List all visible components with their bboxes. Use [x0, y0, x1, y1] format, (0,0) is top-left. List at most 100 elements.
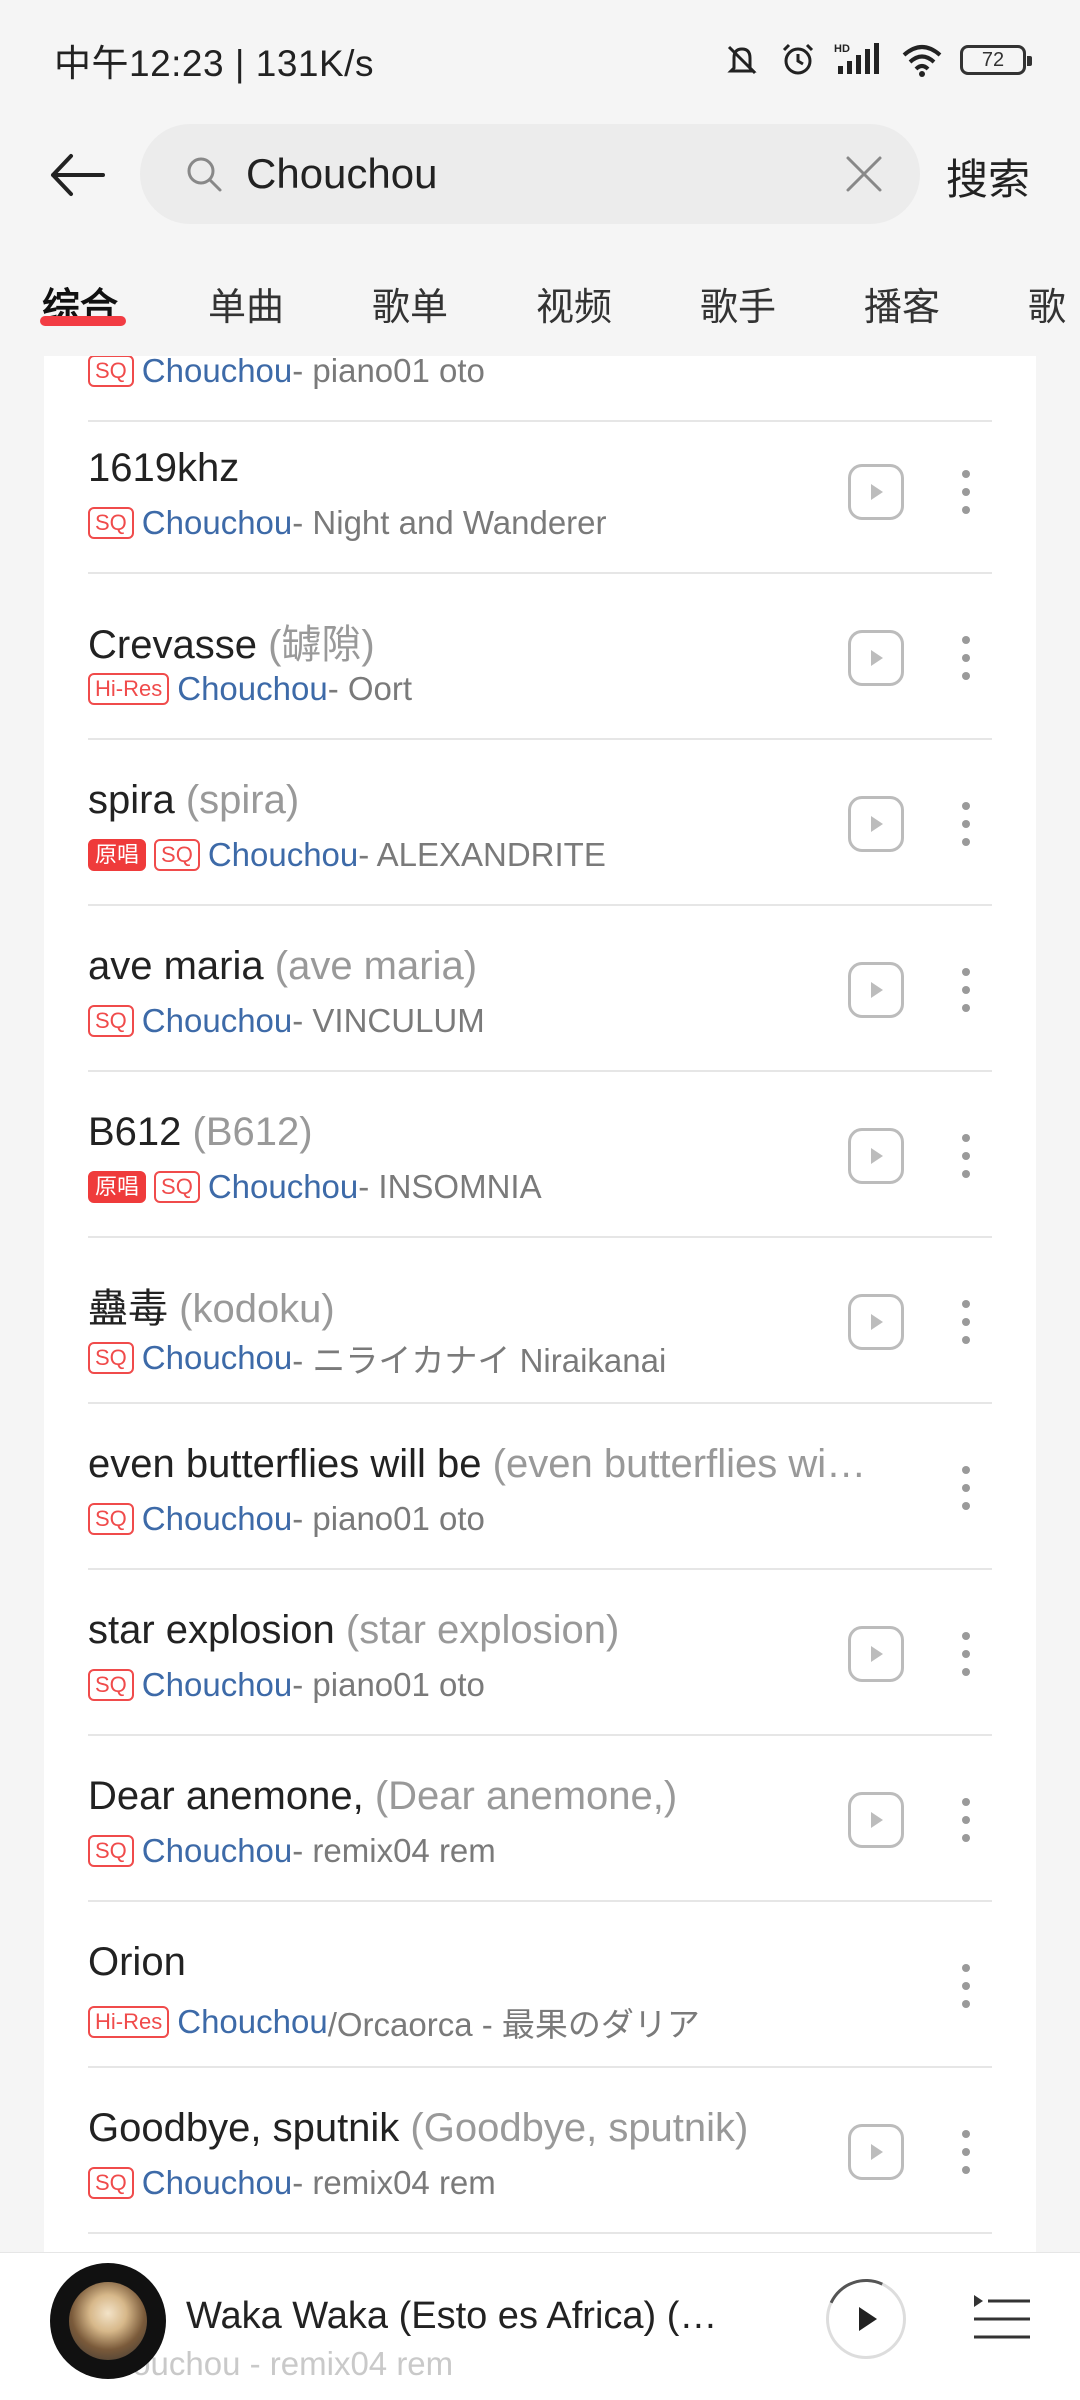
album-name: - remix04 rem [292, 1832, 496, 1869]
more-dot-icon [962, 820, 970, 828]
song-meta: SQ Chouchou - ニライカナイ Niraikanai [88, 1334, 666, 1382]
tab-more[interactable]: 歌 [1028, 276, 1066, 331]
more-options-button[interactable] [944, 948, 988, 1032]
tab-songs[interactable]: 单曲 [208, 276, 284, 331]
clear-search-button[interactable] [824, 134, 904, 214]
list-item[interactable]: Dear anemone, (Dear anemone,) SQ Chouchou … [44, 1736, 1036, 1902]
more-dot-icon [962, 1816, 970, 1824]
category-tabs: 综合 单曲 歌单 视频 歌手 播客 歌 [0, 262, 1080, 338]
tab-artists[interactable]: 歌手 [700, 276, 776, 331]
song-alias: (罅隙) [268, 623, 375, 667]
artist-link[interactable]: Chouchou [177, 2003, 327, 2041]
divider [88, 2232, 992, 2234]
song-name: Orion [88, 1940, 186, 1984]
list-item[interactable]: even butterflies will be (even butterfli… [44, 1404, 1036, 1570]
play-icon [871, 1148, 883, 1164]
more-options-button[interactable] [944, 1114, 988, 1198]
artist-link[interactable]: Chouchou [142, 1832, 292, 1870]
play-video-button[interactable] [848, 1792, 904, 1848]
battery-icon: 72 [960, 45, 1032, 75]
artist-link[interactable]: Chouchou [177, 670, 327, 708]
list-item[interactable]: 蠱毒 (kodoku) SQ Chouchou - ニライカナイ Niraikana… [44, 1238, 1036, 1404]
song-meta: SQ Chouchou - remix04 rem [88, 2164, 496, 2202]
list-item[interactable]: 1619khz SQ Chouchou - Night and Wanderer [44, 408, 1036, 574]
play-video-button[interactable] [848, 630, 904, 686]
alarm-icon [778, 40, 818, 80]
more-dot-icon [962, 1300, 970, 1308]
list-item[interactable]: star explosion (star explosion) SQ Choucho… [44, 1570, 1036, 1736]
more-dot-icon [962, 1632, 970, 1640]
song-name: star explosion [88, 1608, 346, 1652]
more-options-button[interactable] [944, 1944, 988, 2028]
artist-link[interactable]: Chouchou [208, 836, 358, 874]
song-title: star explosion (star explosion) [88, 1608, 978, 1653]
more-options-button[interactable] [944, 616, 988, 700]
play-pause-button[interactable] [826, 2279, 906, 2359]
list-item[interactable]: Orion Hi-Res Chouchou/Orcaorca - 最果のダリア [44, 1902, 1036, 2068]
search-input[interactable]: Chouchou [140, 124, 920, 224]
search-button[interactable]: 搜索 [946, 146, 1030, 207]
album-name: - piano01 oto [292, 1500, 485, 1537]
album-name: - remix04 rem [292, 2164, 496, 2201]
artist-link[interactable]: Chouchou [142, 504, 292, 542]
play-video-button[interactable] [848, 2124, 904, 2180]
album-name: - piano01 oto [292, 1666, 485, 1703]
close-icon [846, 156, 882, 192]
more-options-button[interactable] [944, 782, 988, 866]
artist-link[interactable]: Chouchou [142, 356, 292, 390]
tab-playlists[interactable]: 歌单 [372, 276, 448, 331]
song-name: 蠱毒 [88, 1287, 180, 1331]
mini-player[interactable]: Chouchou - remix04 rem Waka Waka (Esto e… [0, 2252, 1080, 2400]
more-dot-icon [962, 1502, 970, 1510]
more-dot-icon [962, 506, 970, 514]
play-video-button[interactable] [848, 1294, 904, 1350]
artist-link[interactable]: Chouchou [142, 1002, 292, 1040]
more-options-button[interactable] [944, 2110, 988, 2194]
quality-badge: SQ [88, 2167, 134, 2199]
more-options-button[interactable] [944, 1612, 988, 1696]
list-item[interactable]: ave maria (ave maria) SQ Chouchou - VINCUL… [44, 906, 1036, 1072]
list-item[interactable]: spira (spira) 原唱 SQ Chouchou - ALEXANDRITE [44, 740, 1036, 906]
quality-badge: SQ [88, 1503, 134, 1535]
song-alias: (ave maria) [274, 944, 478, 988]
more-dot-icon [962, 1466, 970, 1474]
more-dot-icon [962, 2130, 970, 2138]
list-item[interactable]: B612 (B612) 原唱 SQ Chouchou - INSOMNIA [44, 1072, 1036, 1238]
more-options-button[interactable] [944, 450, 988, 534]
back-button[interactable] [32, 130, 122, 220]
status-bar: 中午12:23 | 131K/s HD 72 [0, 0, 1080, 120]
status-icons: HD 72 [722, 40, 1032, 80]
more-dot-icon [962, 802, 970, 810]
more-dot-icon [962, 1668, 970, 1676]
play-video-button[interactable] [848, 464, 904, 520]
artist-link[interactable]: Chouchou [142, 1666, 292, 1704]
song-name: Goodbye, sputnik [88, 2106, 411, 2150]
more-options-button[interactable] [944, 1778, 988, 1862]
more-options-button[interactable] [944, 1446, 988, 1530]
tab-videos[interactable]: 视频 [536, 276, 612, 331]
album-name: - VINCULUM [292, 1002, 485, 1039]
artist-link[interactable]: Chouchou [142, 2164, 292, 2202]
play-video-button[interactable] [848, 1626, 904, 1682]
quality-badge: SQ [88, 1669, 134, 1701]
list-item[interactable]: Crevasse (罅隙) Hi-Res Chouchou - Oort [44, 574, 1036, 740]
artist-link[interactable]: Chouchou [208, 1168, 358, 1206]
more-dot-icon [962, 2166, 970, 2174]
status-time: 中午12:23 | 131K/s [54, 43, 374, 84]
artist-link[interactable]: Chouchou [142, 1500, 292, 1538]
tab-podcasts[interactable]: 播客 [864, 276, 940, 331]
more-dot-icon [962, 1318, 970, 1326]
more-options-button[interactable] [944, 1280, 988, 1364]
play-video-button[interactable] [848, 796, 904, 852]
artist-link[interactable]: Chouchou [142, 1339, 292, 1377]
play-video-button[interactable] [848, 962, 904, 1018]
more-dot-icon [962, 1650, 970, 1658]
song-alias: (Goodbye, sputnik) [410, 2106, 749, 2150]
play-video-button[interactable] [848, 1128, 904, 1184]
quality-badge: SQ [154, 1171, 200, 1203]
album-art[interactable] [50, 2263, 166, 2379]
list-item[interactable]: Goodbye, sputnik (Goodbye, sputnik) SQ Cho… [44, 2068, 1036, 2234]
album-name: - Night and Wanderer [292, 504, 607, 541]
quality-badge: Hi-Res [88, 2006, 170, 2038]
playlist-button[interactable] [970, 2289, 1034, 2349]
